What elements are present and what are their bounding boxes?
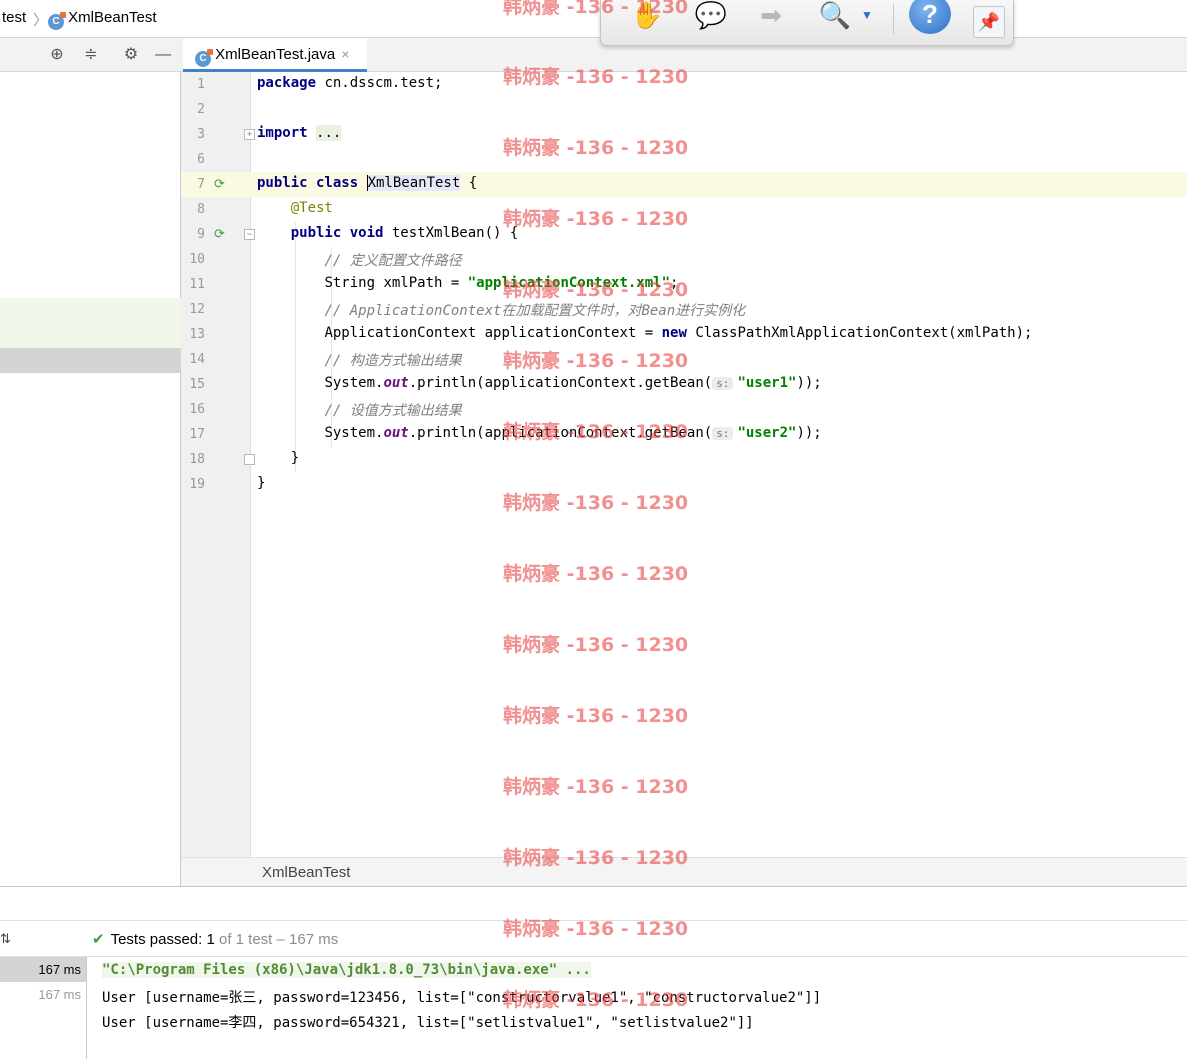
run-test-icon[interactable]: ⟳	[214, 226, 230, 242]
sort-icon[interactable]: ⇅	[0, 931, 11, 947]
code-line: 1 package cn.dsscm.test;	[181, 72, 1187, 97]
line-number: 6	[197, 152, 205, 167]
expand-fold-icon[interactable]: +	[244, 129, 255, 140]
code-text: String xmlPath = "applicationContext.xml…	[324, 275, 679, 291]
code-line: 9 ⟳ − public void testXmlBean() {	[181, 222, 1187, 247]
forward-icon[interactable]: ➡	[751, 0, 791, 34]
line-number: 10	[189, 252, 205, 267]
run-panel-toolbar	[0, 886, 1187, 921]
line-number: 7	[197, 177, 205, 192]
fold-end-icon[interactable]	[244, 454, 255, 465]
code-text: // 构造方式输出结果	[324, 353, 462, 369]
code-text: }	[290, 450, 300, 466]
line-number: 3	[197, 127, 205, 142]
project-panel: ⊕ ≑ ⚙ —	[0, 38, 181, 886]
line-number: 17	[189, 427, 205, 442]
floating-toolbar: ✋ 💬 ➡ 🔍 ▼ ? 📌	[600, 0, 1014, 46]
magnifier-icon[interactable]: 🔍	[815, 0, 855, 34]
code-line: 14 // 构造方式输出结果	[181, 347, 1187, 372]
hand-icon[interactable]: ✋	[627, 0, 667, 34]
code-text: package cn.dsscm.test;	[257, 75, 443, 91]
breadcrumb-current-label: XmlBeanTest	[68, 9, 157, 26]
breadcrumb-item-class[interactable]: C XmlBeanTest	[48, 9, 157, 30]
code-line: 12 // ApplicationContext在加载配置文件时，对Bean进行…	[181, 297, 1187, 322]
code-line: 13 ApplicationContext applicationContext…	[181, 322, 1187, 347]
code-line: 6	[181, 147, 1187, 172]
java-class-icon: C	[48, 12, 66, 30]
gear-icon[interactable]: ⚙	[122, 46, 140, 64]
tree-item-highlighted[interactable]	[0, 298, 181, 348]
collapse-fold-icon[interactable]: −	[244, 229, 255, 240]
code-line: 18 }	[181, 447, 1187, 472]
line-number: 15	[189, 377, 205, 392]
line-number: 9	[197, 227, 205, 242]
code-text: public void testXmlBean() {	[290, 225, 519, 241]
collapse-all-icon[interactable]: ≑	[82, 46, 100, 64]
close-icon[interactable]: ×	[341, 46, 349, 62]
editor-breadcrumb-item[interactable]: XmlBeanTest	[262, 864, 350, 881]
check-icon: ✔	[92, 931, 105, 948]
separator	[893, 4, 894, 34]
code-text: // 设值方式输出结果	[324, 403, 462, 419]
line-number: 13	[189, 327, 205, 342]
chevron-right-icon: 〉	[33, 12, 49, 29]
code-editor[interactable]: 1 package cn.dsscm.test; 2 3 + import ..…	[181, 72, 1187, 857]
console-output-line: User [username=张三, password=123456, list…	[102, 990, 822, 1006]
line-number: 11	[189, 277, 205, 292]
run-panel-header: ⇅ ✔ Tests passed: 1 of 1 test – 167 ms	[0, 921, 1187, 957]
code-line: 8 @Test	[181, 197, 1187, 222]
tab-xmlbeantest[interactable]: C XmlBeanTest.java ×	[183, 38, 367, 72]
test-tree-row-root[interactable]: 167 ms	[0, 957, 86, 982]
locate-icon[interactable]: ⊕	[48, 46, 66, 64]
code-line-current: 7 ⟳ public class XmlBeanTest {	[181, 172, 1187, 197]
code-text: // 定义配置文件路径	[324, 253, 462, 269]
collapsed-imports[interactable]: ...	[316, 125, 342, 141]
code-line: 19 }	[181, 472, 1187, 497]
code-line: 3 + import ...	[181, 122, 1187, 147]
code-text: import ...	[257, 125, 342, 141]
code-line: 10 // 定义配置文件路径	[181, 247, 1187, 272]
code-text: // ApplicationContext在加载配置文件时，对Bean进行实例化	[324, 303, 746, 319]
code-text: @Test	[290, 200, 333, 216]
code-line: 17 System.out.println(applicationContext…	[181, 422, 1187, 447]
help-icon[interactable]: ?	[909, 0, 951, 34]
line-number: 14	[189, 352, 205, 367]
tab-label: XmlBeanTest.java	[215, 46, 336, 63]
test-status: ✔ Tests passed: 1 of 1 test – 167 ms	[92, 931, 339, 948]
code-text: public class XmlBeanTest {	[257, 175, 478, 191]
code-text: System.out.println(applicationContext.ge…	[324, 425, 822, 441]
code-text: System.out.println(applicationContext.ge…	[324, 375, 822, 391]
code-line: 15 System.out.println(applicationContext…	[181, 372, 1187, 397]
test-tree: 167 ms 167 ms	[0, 957, 87, 1059]
line-number: 16	[189, 402, 205, 417]
tree-item-selected[interactable]	[0, 348, 181, 373]
comment-icon[interactable]: 💬	[691, 0, 731, 34]
parameter-hint: s:	[712, 377, 734, 390]
line-number: 18	[189, 452, 205, 467]
code-text: ApplicationContext applicationContext = …	[324, 325, 1033, 341]
line-number: 8	[197, 202, 205, 217]
pin-icon[interactable]: 📌	[973, 6, 1005, 38]
test-tree-row-child[interactable]: 167 ms	[0, 982, 86, 1007]
code-line: 16 // 设值方式输出结果	[181, 397, 1187, 422]
minimize-icon[interactable]: —	[154, 46, 172, 64]
editor-breadcrumb: XmlBeanTest	[181, 857, 1187, 886]
project-toolbar: ⊕ ≑ ⚙ —	[0, 38, 181, 72]
code-line: 2	[181, 97, 1187, 122]
run-test-icon[interactable]: ⟳	[214, 176, 230, 192]
parameter-hint: s:	[712, 427, 734, 440]
line-number: 12	[189, 302, 205, 317]
class-name-highlight: XmlBeanTest	[366, 175, 461, 191]
line-number: 19	[189, 477, 205, 492]
java-class-icon: C	[195, 49, 213, 67]
code-line: 11 String xmlPath = "applicationContext.…	[181, 272, 1187, 297]
code-text: }	[257, 475, 266, 491]
dropdown-arrow-icon[interactable]: ▼	[857, 0, 877, 34]
console-output-line: User [username=李四, password=654321, list…	[102, 1015, 754, 1031]
line-number: 2	[197, 102, 205, 117]
breadcrumb-item-test[interactable]: test	[2, 9, 26, 26]
line-number: 1	[197, 77, 205, 92]
console-command-line[interactable]: "C:\Program Files (x86)\Java\jdk1.8.0_73…	[102, 962, 591, 978]
